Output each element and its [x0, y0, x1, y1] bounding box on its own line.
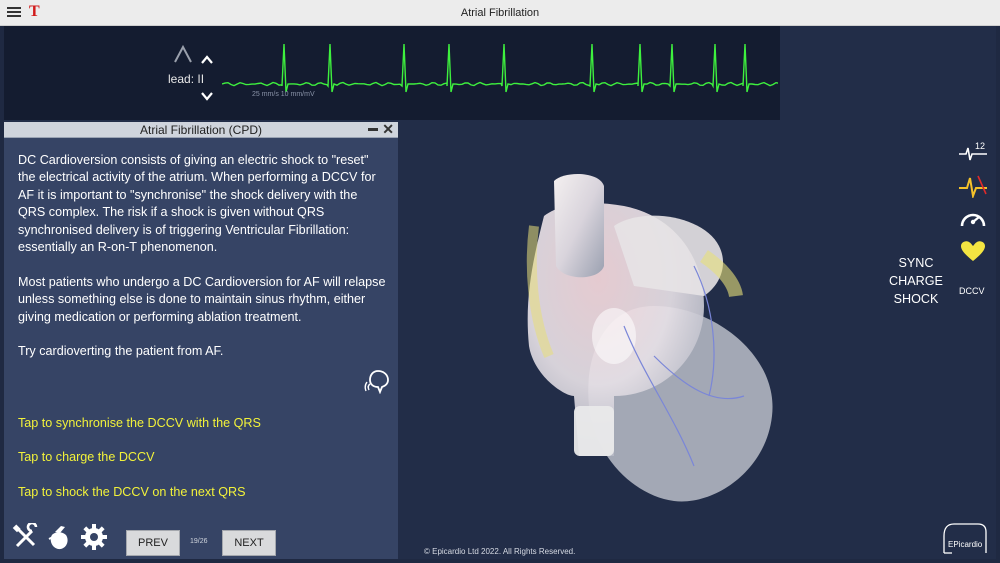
cpd-paragraph: Most patients who undergo a DC Cardiover…: [18, 274, 386, 324]
sync-button[interactable]: SYNC: [876, 254, 956, 272]
caret-up-outline-icon: [174, 44, 192, 63]
lead-label: lead: II: [168, 72, 205, 86]
heart-dccv-icon[interactable]: [958, 238, 988, 264]
minimize-icon[interactable]: [368, 128, 378, 131]
dccv-label: DCCV: [959, 286, 985, 296]
lead-up-chevron-icon[interactable]: [200, 53, 214, 67]
ecg-monitor: lead: II 25 mm/s 10 mm/mV: [4, 26, 780, 120]
gauge-icon[interactable]: [958, 206, 988, 232]
lead-selector: lead: II: [164, 44, 224, 114]
cpd-title: Atrial Fibrillation (CPD): [139, 123, 263, 137]
title-bar: T Atrial Fibrillation: [0, 0, 1000, 26]
cpd-paragraph: DC Cardioversion consists of giving an e…: [18, 153, 376, 255]
ecg-12-lead-icon[interactable]: 12: [958, 138, 988, 164]
dccv-actions: SYNC CHARGE SHOCK: [876, 254, 956, 308]
lead-down-chevron-icon[interactable]: [200, 89, 214, 103]
charge-button[interactable]: CHARGE: [876, 272, 956, 290]
ecg-12-badge: 12: [975, 141, 985, 151]
shock-button[interactable]: SHOCK: [876, 290, 956, 308]
copyright-text: © Epicardio Ltd 2022. All Rights Reserve…: [424, 547, 576, 556]
next-button[interactable]: NEXT: [222, 530, 276, 556]
main-area: lead: II 25 mm/s 10 mm/mV Atrial Fibrill…: [4, 26, 996, 559]
prev-button[interactable]: PREV: [126, 530, 180, 556]
sync-dccv-link[interactable]: Tap to synchronise the DCCV with the QRS: [18, 416, 261, 430]
epicardio-logo-text: EPicardio: [948, 540, 983, 549]
window-title: Atrial Fibrillation: [460, 7, 540, 19]
cpd-header: Atrial Fibrillation (CPD) ✕: [4, 121, 398, 138]
speak-icon[interactable]: [364, 368, 392, 394]
epicardio-logo: EPicardio: [942, 520, 992, 554]
defibrillator-paddle-icon[interactable]: [46, 523, 74, 551]
cpd-paragraph: Try cardioverting the patient from AF.: [18, 344, 224, 359]
charge-dccv-link[interactable]: Tap to charge the DCCV: [18, 450, 155, 464]
cpd-panel: Atrial Fibrillation (CPD) ✕ DC Cardiover…: [4, 121, 398, 559]
page-counter: 19/26: [190, 538, 208, 545]
settings-gear-icon[interactable]: [80, 523, 108, 551]
heart-3d-model[interactable]: [504, 156, 794, 516]
shock-dccv-link[interactable]: Tap to shock the DCCV on the next QRS: [18, 485, 246, 499]
tools-icon[interactable]: [12, 523, 40, 551]
cpd-text: DC Cardioversion consists of giving an e…: [18, 152, 388, 378]
ecg-scale-text: 25 mm/s 10 mm/mV: [252, 91, 315, 98]
defib-ecg-icon[interactable]: [958, 172, 988, 198]
close-icon[interactable]: ✕: [382, 121, 394, 138]
